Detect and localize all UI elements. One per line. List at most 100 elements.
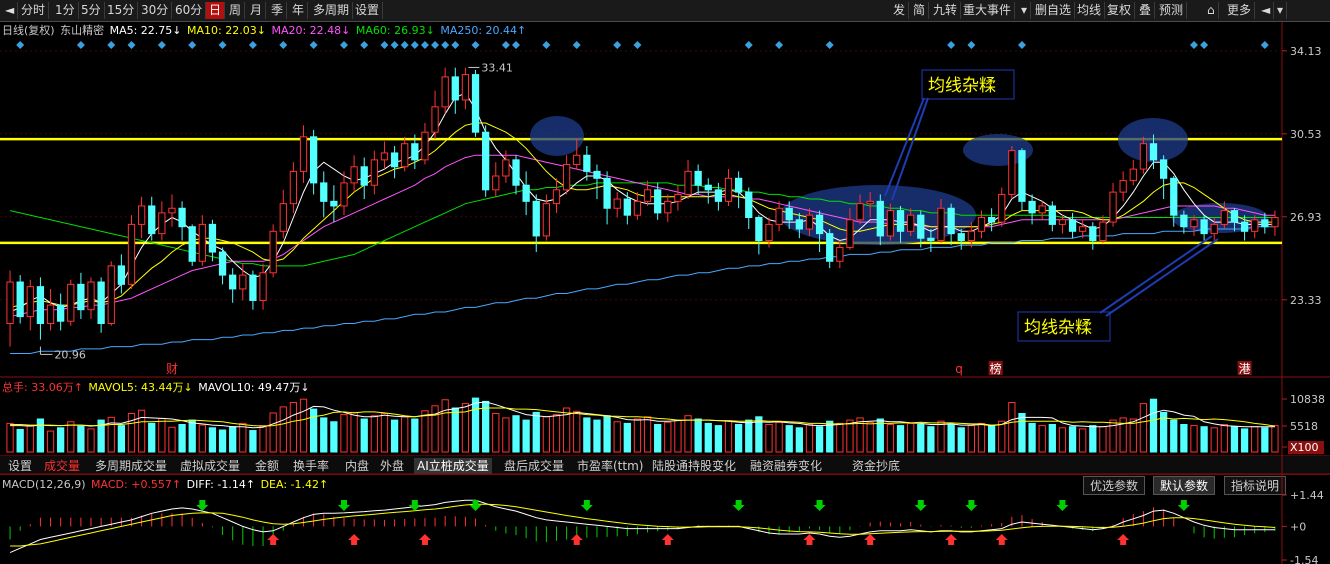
candle-body (1119, 180, 1127, 193)
annotation-arrow (884, 97, 925, 197)
volume-bar (977, 422, 986, 453)
candle-body (451, 76, 459, 101)
volume-bar (1200, 426, 1208, 453)
volume-bar (289, 402, 298, 453)
candle-body (178, 207, 186, 228)
volume-bar (805, 424, 814, 453)
candle-body (482, 131, 490, 191)
candle (633, 192, 642, 220)
candle (269, 224, 277, 278)
event-diamond-icon (16, 41, 25, 49)
price-tick-label: 34.13 (1290, 45, 1322, 58)
candle (198, 215, 206, 266)
volume-bar (1079, 428, 1087, 453)
volume-bar (512, 415, 520, 453)
volume-bar (1170, 419, 1178, 453)
candle-body (137, 205, 146, 225)
candle-body (724, 177, 733, 202)
volume-bar (947, 424, 955, 453)
candle-body (745, 191, 753, 218)
volume-bar (67, 421, 75, 453)
volume-bar (1038, 425, 1046, 453)
candle-body (947, 207, 955, 235)
event-diamond-icon (633, 41, 642, 49)
volume-bar (340, 414, 348, 453)
golden-cross-arrow-icon (1117, 534, 1130, 545)
volume-bar (1210, 427, 1218, 453)
candle (148, 196, 156, 241)
volume-bar (127, 413, 136, 453)
candle-body (269, 230, 277, 274)
volume-bar (522, 419, 530, 453)
candle (350, 155, 358, 193)
death-cross-arrow-icon (965, 500, 978, 511)
volume-bar (330, 421, 338, 453)
event-diamond-icon (380, 41, 389, 49)
volume-bar (815, 426, 824, 453)
candle (512, 155, 520, 195)
golden-cross-arrow-icon (570, 534, 583, 545)
candle (36, 277, 45, 340)
annotation-bottom: 均线杂糅 (1024, 318, 1092, 338)
candle-body (795, 219, 803, 230)
candle-body (714, 189, 723, 202)
candle-body (16, 281, 24, 318)
candle-body (917, 214, 925, 239)
event-diamond-icon (542, 41, 551, 49)
candle (431, 90, 439, 140)
candle (998, 187, 1006, 227)
candle-body (542, 203, 551, 237)
volume-bar (87, 428, 95, 453)
annotation-arrow (891, 97, 929, 201)
candle-body (107, 265, 115, 325)
candle (836, 240, 844, 269)
candle-body (1251, 219, 1259, 232)
ma5-line (9, 92, 1275, 313)
candle-body (1180, 214, 1188, 228)
volume-bar (1220, 424, 1228, 453)
death-cross-arrow-icon (196, 500, 209, 511)
candle-body (350, 166, 358, 184)
candle (1089, 222, 1097, 250)
event-diamond-icon (451, 41, 460, 49)
volume-bar (603, 415, 611, 453)
candle-body (1028, 200, 1036, 214)
candle-body (826, 233, 834, 262)
candle-body (127, 223, 136, 285)
event-diamond-icon (248, 41, 257, 49)
candle (107, 261, 115, 326)
candle-body (1230, 210, 1239, 223)
volume-bar (745, 419, 753, 453)
volume-bar (492, 413, 500, 453)
candle-body (532, 200, 540, 237)
event-diamond-icon (157, 41, 166, 49)
candle-body (856, 203, 864, 221)
candle-body (188, 226, 196, 262)
candle-body (148, 205, 156, 235)
candle (482, 125, 490, 197)
volume-bar (26, 425, 34, 453)
death-cross-arrow-icon (732, 500, 745, 511)
candle (87, 277, 95, 319)
candle-body (1099, 221, 1107, 242)
volume-bar (795, 427, 803, 453)
volume-bar (593, 419, 601, 453)
stock-chart[interactable]: 34.13 30.53 26.93 23.33 10838 5518 X100 +1.44… (0, 0, 1330, 564)
event-diamond-icon (501, 41, 510, 49)
volume-bar (896, 425, 905, 453)
volume-bar (451, 407, 459, 453)
event-diamond-icon (775, 41, 784, 49)
volume-bar (350, 411, 358, 453)
volume-bar (633, 418, 642, 453)
candle-body (886, 210, 895, 237)
candle-body (67, 283, 75, 322)
volume-bar (137, 409, 146, 453)
event-diamond-icon (1189, 41, 1198, 49)
candle (390, 146, 399, 179)
volume-bar (927, 426, 935, 453)
candle-body (208, 223, 217, 253)
volume-bar (370, 415, 378, 453)
annotation-top: 均线杂糅 (928, 76, 996, 96)
candle-body (876, 200, 884, 237)
candle (77, 272, 85, 319)
